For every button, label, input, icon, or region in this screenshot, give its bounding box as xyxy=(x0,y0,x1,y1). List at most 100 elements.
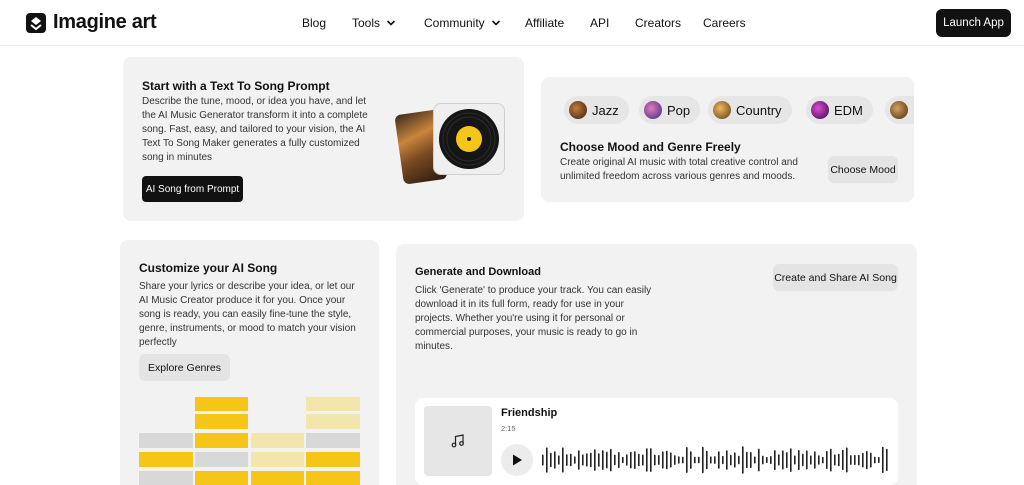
genre-chip-more[interactable] xyxy=(885,96,914,124)
ai-song-from-prompt-button[interactable]: AI Song from Prompt xyxy=(142,176,243,202)
nav-link-creators[interactable]: Creators xyxy=(635,16,681,30)
play-icon xyxy=(513,454,522,466)
waveform-bar xyxy=(554,451,556,469)
waveform-bar xyxy=(782,450,784,470)
waveform-bar xyxy=(722,455,724,465)
waveform-bar xyxy=(646,448,648,472)
waveform-bar xyxy=(822,456,824,464)
waveform-bar xyxy=(702,446,704,474)
explore-genres-button[interactable]: Explore Genres xyxy=(139,354,230,381)
waveform[interactable] xyxy=(542,444,892,476)
waveform-bar xyxy=(574,456,576,464)
launch-app-button[interactable]: Launch App xyxy=(936,9,1011,37)
waveform-bar xyxy=(766,456,768,464)
waveform-bar xyxy=(762,455,764,465)
waveform-bar xyxy=(882,446,884,474)
nav-link-label: Affiliate xyxy=(525,16,565,30)
nav-link-careers[interactable]: Careers xyxy=(703,16,746,30)
waveform-bar xyxy=(582,454,584,466)
vinyl-record-icon xyxy=(439,109,499,169)
waveform-bar xyxy=(862,452,864,468)
waveform-bar xyxy=(682,456,684,464)
nav-link-api[interactable]: API xyxy=(590,16,609,30)
waveform-bar xyxy=(686,447,688,473)
waveform-bar xyxy=(874,456,876,464)
choose-mood-button[interactable]: Choose Mood xyxy=(828,156,898,183)
nav-link-affiliate[interactable]: Affiliate xyxy=(525,16,564,30)
play-button[interactable] xyxy=(501,444,533,476)
waveform-bar xyxy=(618,452,620,469)
genre-chip-edm[interactable]: EDM xyxy=(806,96,873,124)
genre-chip-label: Country xyxy=(736,102,782,118)
waveform-bar xyxy=(746,451,748,469)
waveform-bar xyxy=(594,449,596,471)
chevron-down-icon xyxy=(386,20,396,26)
waveform-bar xyxy=(738,455,740,465)
prompt-card-title: Start with a Text To Song Prompt xyxy=(142,79,330,93)
waveform-bar xyxy=(578,450,580,470)
track-duration: 2:15 xyxy=(501,424,516,433)
waveform-bar xyxy=(830,448,832,472)
waveform-bar xyxy=(790,448,792,472)
waveform-bar xyxy=(650,448,652,472)
waveform-bar xyxy=(658,455,660,465)
waveform-bar xyxy=(598,453,600,467)
waveform-bar xyxy=(826,450,828,470)
nav-link-label: Careers xyxy=(703,16,746,30)
waveform-bar xyxy=(774,450,776,470)
nav-link-label: Blog xyxy=(302,16,327,30)
waveform-bar xyxy=(806,450,808,470)
waveform-bar xyxy=(586,453,588,467)
waveform-bar xyxy=(734,452,736,468)
genre-chip-pop[interactable]: Pop xyxy=(639,96,701,124)
nav-link-tools[interactable]: Tools xyxy=(352,16,396,30)
waveform-bar xyxy=(610,448,612,472)
nav-link-label: Creators xyxy=(635,16,682,30)
waveform-bar xyxy=(550,452,552,468)
nav-link-blog[interactable]: Blog xyxy=(302,16,326,30)
waveform-bar xyxy=(638,453,640,467)
genre-chip-country[interactable]: Country xyxy=(708,96,792,124)
waveform-bar xyxy=(810,455,812,465)
genre-chip-label: EDM xyxy=(834,102,863,118)
create-and-share-button[interactable]: Create and Share AI Song xyxy=(773,264,898,291)
waveform-bar xyxy=(710,456,712,464)
waveform-bar xyxy=(566,454,568,466)
waveform-bar xyxy=(858,454,860,466)
genre-more-icon xyxy=(890,101,908,119)
waveform-bar xyxy=(778,454,780,466)
waveform-bar xyxy=(866,450,868,470)
audio-player: Friendship 2:15 xyxy=(415,398,898,485)
waveform-bar xyxy=(558,455,560,465)
waveform-bar xyxy=(870,452,872,468)
waveform-bar xyxy=(570,453,572,467)
waveform-bar xyxy=(786,452,788,468)
waveform-bar xyxy=(878,456,880,463)
genre-chip-label: Pop xyxy=(667,102,691,118)
track-title: Friendship xyxy=(501,407,558,419)
mood-card-title: Choose Mood and Genre Freely xyxy=(560,140,741,154)
waveform-bar xyxy=(670,452,672,468)
waveform-bar xyxy=(634,451,636,469)
waveform-bar xyxy=(794,455,796,465)
waveform-bar xyxy=(802,453,804,467)
waveform-bar xyxy=(662,451,664,469)
waveform-bar xyxy=(834,454,836,466)
waveform-bar xyxy=(674,455,676,465)
pop-icon xyxy=(644,101,662,119)
waveform-bar xyxy=(602,450,604,470)
waveform-bar xyxy=(758,448,760,472)
waveform-bar xyxy=(714,456,716,464)
waveform-bar xyxy=(642,454,644,466)
waveform-bar xyxy=(838,453,840,467)
music-note-icon xyxy=(451,434,464,448)
waveform-bar xyxy=(742,446,744,474)
waveform-bar xyxy=(814,451,816,469)
nav-link-community[interactable]: Community xyxy=(424,16,501,30)
waveform-bar xyxy=(630,451,632,469)
waveform-bar xyxy=(754,456,756,464)
waveform-bar xyxy=(730,454,732,466)
waveform-bar xyxy=(546,447,548,473)
genre-chip-jazz[interactable]: Jazz xyxy=(564,96,629,124)
mood-card-description: Create original AI music with total crea… xyxy=(560,157,798,182)
